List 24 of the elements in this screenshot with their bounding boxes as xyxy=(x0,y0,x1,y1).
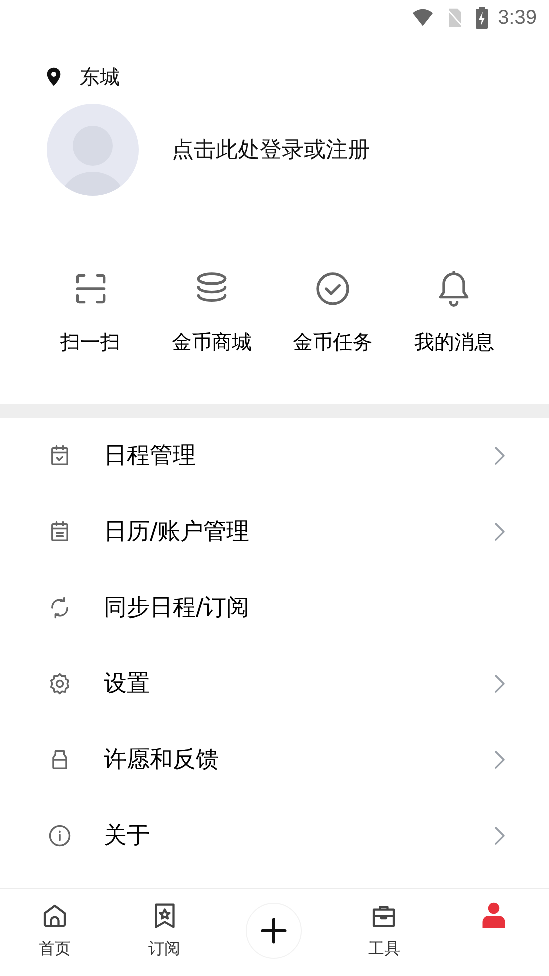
quick-action-button[interactable]: 金币商城 xyxy=(151,269,272,357)
menu-item[interactable]: 同步日程/订阅 xyxy=(0,570,549,646)
nav-tab[interactable]: 订阅 xyxy=(110,889,220,961)
location-button[interactable]: 东城 xyxy=(44,62,120,92)
quick-action-button[interactable]: 扫一扫 xyxy=(30,269,152,357)
quick-action-button[interactable]: 金币任务 xyxy=(272,269,394,357)
chevron-right-icon xyxy=(493,673,507,695)
menu-item[interactable]: 日程管理 xyxy=(0,418,549,494)
menu-item[interactable]: 关于 xyxy=(0,798,549,874)
chevron-right-icon xyxy=(493,749,507,771)
login-button[interactable]: 点击此处登录或注册 xyxy=(47,104,370,196)
nav-tab[interactable]: 工具 xyxy=(329,889,440,961)
chevron-right-icon xyxy=(493,445,507,467)
quick-action-button[interactable]: 我的消息 xyxy=(394,269,515,357)
menu-item[interactable]: 日历/账户管理 xyxy=(0,494,549,570)
chevron-right-icon xyxy=(493,521,507,543)
nav-tab[interactable]: 首页 xyxy=(0,889,110,961)
info-icon xyxy=(47,823,73,849)
menu-item[interactable]: 许愿和反馈 xyxy=(0,722,549,798)
menu-item[interactable]: 设置 xyxy=(0,646,549,722)
clock-text: 3:39 xyxy=(498,6,537,31)
chevron-right-icon xyxy=(493,825,507,847)
battery-icon xyxy=(474,6,490,30)
plus-icon xyxy=(259,916,290,946)
